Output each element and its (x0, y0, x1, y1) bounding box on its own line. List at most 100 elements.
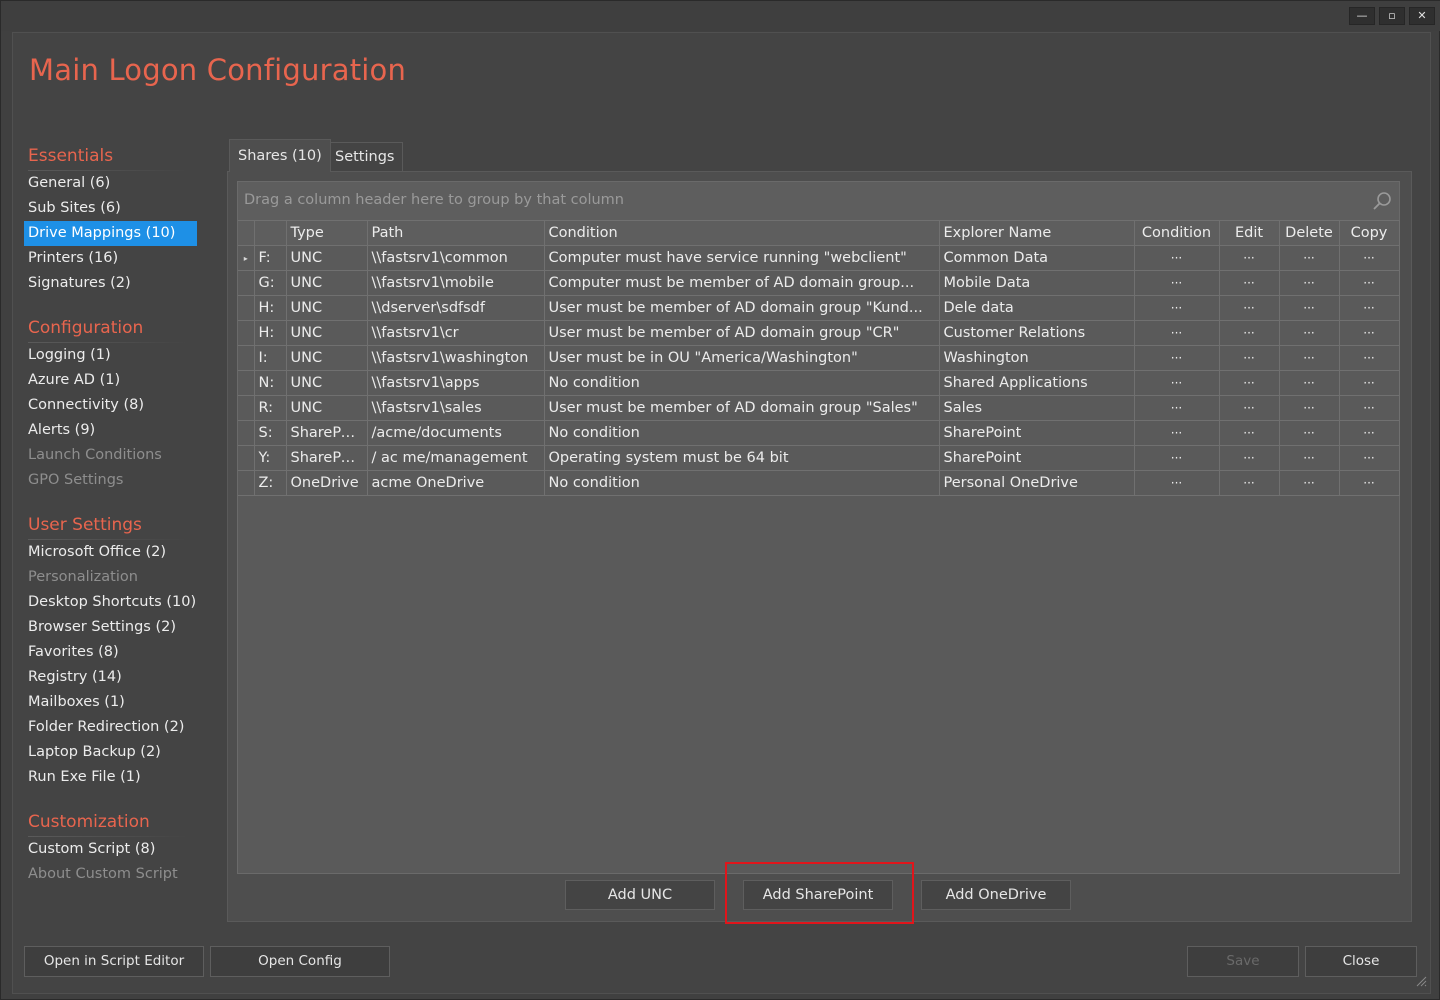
copy-ellipsis-button[interactable]: ··· (1339, 420, 1400, 446)
title-bar[interactable]: — ▫ ✕ (1, 1, 1440, 31)
edit-ellipsis-button[interactable]: ··· (1219, 370, 1280, 396)
cell-condition[interactable]: Computer must have service running "webc… (544, 245, 940, 271)
table-row[interactable]: I: UNC \\fastsrv1\washington User must be i… (238, 345, 1400, 371)
edit-ellipsis-button[interactable]: ··· (1219, 470, 1280, 496)
table-row[interactable]: G: UNC \\fastsrv1\mobile Computer must be m… (238, 270, 1400, 296)
search-icon[interactable] (1371, 190, 1393, 212)
cell-explorer-name[interactable]: Mobile Data (939, 270, 1135, 296)
sidebar-item-microsoft-office[interactable]: Microsoft Office (2) (24, 540, 199, 565)
sidebar-item-custom-script[interactable]: Custom Script (8) (24, 837, 199, 862)
delete-ellipsis-button[interactable]: ··· (1279, 295, 1340, 321)
add-unc-button[interactable]: Add UNC (565, 880, 715, 910)
cell-type[interactable]: UNC (286, 395, 368, 421)
sidebar-item-folder-redirection[interactable]: Folder Redirection (2) (24, 715, 199, 740)
resize-grip-icon[interactable] (1415, 975, 1427, 987)
cell-condition[interactable]: No condition (544, 420, 940, 446)
delete-ellipsis-button[interactable]: ··· (1279, 470, 1340, 496)
cell-type[interactable]: UNC (286, 295, 368, 321)
cell-explorer-name[interactable]: Dele data (939, 295, 1135, 321)
cell-explorer-name[interactable]: Common Data (939, 245, 1135, 271)
edit-ellipsis-button[interactable]: ··· (1219, 320, 1280, 346)
cell-path[interactable]: acme OneDrive (367, 470, 545, 496)
cell-type[interactable]: SharePo... (286, 445, 368, 471)
group-by-panel[interactable]: Drag a column header here to group by th… (238, 182, 1399, 220)
table-row[interactable]: Y: SharePo... / ac me/management Operating … (238, 445, 1400, 471)
copy-ellipsis-button[interactable]: ··· (1339, 270, 1400, 296)
sidebar-item-connectivity[interactable]: Connectivity (8) (24, 393, 199, 418)
cell-drive[interactable]: S: (254, 420, 287, 446)
table-row[interactable]: H: UNC \\dserver\sdfsdf User must be member… (238, 295, 1400, 321)
condition-ellipsis-button[interactable]: ··· (1134, 370, 1220, 396)
cell-path[interactable]: \\fastsrv1\sales (367, 395, 545, 421)
delete-ellipsis-button[interactable]: ··· (1279, 320, 1340, 346)
cell-explorer-name[interactable]: Customer Relations (939, 320, 1135, 346)
cell-explorer-name[interactable]: Shared Applications (939, 370, 1135, 396)
cell-type[interactable]: UNC (286, 370, 368, 396)
copy-ellipsis-button[interactable]: ··· (1339, 470, 1400, 496)
cell-type[interactable]: UNC (286, 345, 368, 371)
sidebar-item-gpo-settings[interactable]: GPO Settings (24, 468, 199, 493)
delete-ellipsis-button[interactable]: ··· (1279, 445, 1340, 471)
edit-ellipsis-button[interactable]: ··· (1219, 245, 1280, 271)
edit-ellipsis-button[interactable]: ··· (1219, 295, 1280, 321)
copy-ellipsis-button[interactable]: ··· (1339, 295, 1400, 321)
table-row[interactable]: Z: OneDrive acme OneDrive No condition Perso… (238, 470, 1400, 496)
cell-condition[interactable]: Operating system must be 64 bit (544, 445, 940, 471)
edit-ellipsis-button[interactable]: ··· (1219, 395, 1280, 421)
cell-drive[interactable]: F: (254, 245, 287, 271)
cell-explorer-name[interactable]: SharePoint (939, 445, 1135, 471)
cell-condition[interactable]: No condition (544, 370, 940, 396)
cell-type[interactable]: UNC (286, 270, 368, 296)
table-row[interactable]: H: UNC \\fastsrv1\cr User must be member of… (238, 320, 1400, 346)
delete-ellipsis-button[interactable]: ··· (1279, 370, 1340, 396)
cell-explorer-name[interactable]: SharePoint (939, 420, 1135, 446)
cell-condition[interactable]: User must be in OU "America/Washington" (544, 345, 940, 371)
minimize-button[interactable]: — (1349, 7, 1375, 25)
sidebar-item-favorites[interactable]: Favorites (8) (24, 640, 199, 665)
save-button[interactable]: Save (1187, 946, 1299, 977)
cell-type[interactable]: SharePo... (286, 420, 368, 446)
sidebar-item-printers[interactable]: Printers (16) (24, 246, 199, 271)
copy-ellipsis-button[interactable]: ··· (1339, 320, 1400, 346)
cell-type[interactable]: UNC (286, 320, 368, 346)
col-header-type[interactable]: Type (286, 220, 368, 246)
cell-path[interactable]: \\dserver\sdfsdf (367, 295, 545, 321)
sidebar-item-launch-conditions[interactable]: Launch Conditions (24, 443, 199, 468)
sidebar-item-run-exe-file[interactable]: Run Exe File (1) (24, 765, 199, 790)
sidebar-item-alerts[interactable]: Alerts (9) (24, 418, 199, 443)
cell-condition[interactable]: User must be member of AD domain group "… (544, 395, 940, 421)
copy-ellipsis-button[interactable]: ··· (1339, 245, 1400, 271)
condition-ellipsis-button[interactable]: ··· (1134, 470, 1220, 496)
cell-type[interactable]: OneDrive (286, 470, 368, 496)
table-row[interactable]: R: UNC \\fastsrv1\sales User must be member… (238, 395, 1400, 421)
cell-drive[interactable]: H: (254, 320, 287, 346)
delete-ellipsis-button[interactable]: ··· (1279, 270, 1340, 296)
cell-drive[interactable]: Z: (254, 470, 287, 496)
edit-ellipsis-button[interactable]: ··· (1219, 420, 1280, 446)
close-window-button[interactable]: ✕ (1409, 7, 1435, 25)
cell-path[interactable]: \\fastsrv1\common (367, 245, 545, 271)
sidebar-item-azure-ad[interactable]: Azure AD (1) (24, 368, 199, 393)
edit-ellipsis-button[interactable]: ··· (1219, 345, 1280, 371)
cell-type[interactable]: UNC (286, 245, 368, 271)
cell-condition[interactable]: User must be member of AD domain group "… (544, 295, 940, 321)
sidebar-item-laptop-backup[interactable]: Laptop Backup (2) (24, 740, 199, 765)
sidebar-item-browser-settings[interactable]: Browser Settings (2) (24, 615, 199, 640)
col-header-condition[interactable]: Condition (544, 220, 940, 246)
tab-shares[interactable]: Shares (10) (229, 139, 331, 172)
sidebar-item-registry[interactable]: Registry (14) (24, 665, 199, 690)
col-header-path[interactable]: Path (367, 220, 545, 246)
delete-ellipsis-button[interactable]: ··· (1279, 420, 1340, 446)
condition-ellipsis-button[interactable]: ··· (1134, 320, 1220, 346)
cell-explorer-name[interactable]: Sales (939, 395, 1135, 421)
condition-ellipsis-button[interactable]: ··· (1134, 420, 1220, 446)
cell-path[interactable]: /acme/documents (367, 420, 545, 446)
copy-ellipsis-button[interactable]: ··· (1339, 345, 1400, 371)
condition-ellipsis-button[interactable]: ··· (1134, 295, 1220, 321)
table-row[interactable]: ▸ F: UNC \\fastsrv1\common Computer must hav… (238, 245, 1400, 271)
copy-ellipsis-button[interactable]: ··· (1339, 370, 1400, 396)
sidebar-item-desktop-shortcuts[interactable]: Desktop Shortcuts (10) (24, 590, 199, 615)
table-row[interactable]: N: UNC \\fastsrv1\apps No condition Shared A… (238, 370, 1400, 396)
condition-ellipsis-button[interactable]: ··· (1134, 445, 1220, 471)
cell-path[interactable]: \\fastsrv1\mobile (367, 270, 545, 296)
